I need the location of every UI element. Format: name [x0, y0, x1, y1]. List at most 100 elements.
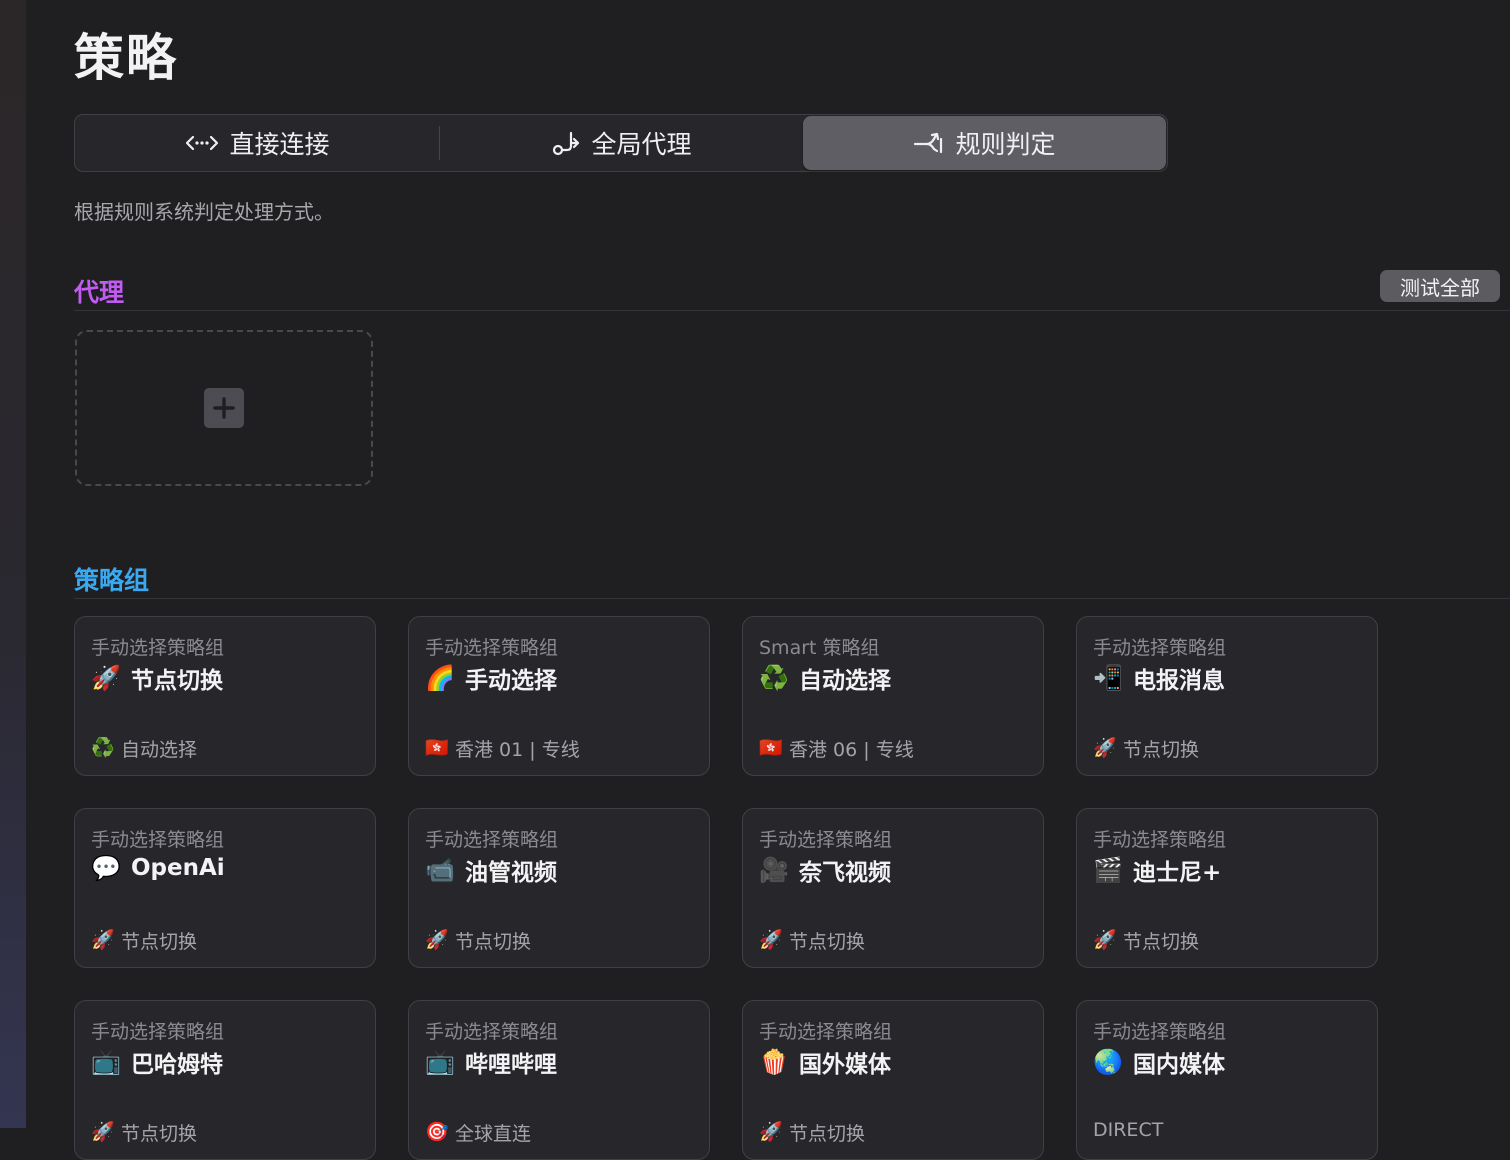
policy-group-type: 手动选择策略组 — [425, 1021, 559, 1043]
mode-direct-label: 直接连接 — [229, 130, 330, 159]
policy-group-title: 🚀 节点切换 — [91, 661, 223, 695]
selection-emoji-icon: 🚀 — [91, 1121, 115, 1143]
policy-group-card[interactable]: 手动选择策略组 🍿 国外媒体 🚀 节点切换 — [742, 1000, 1044, 1160]
selection-label: 节点切换 — [121, 931, 198, 953]
policy-group-name: 奈飞视频 — [799, 860, 891, 886]
policy-group-type: Smart 策略组 — [759, 637, 880, 659]
proxy-section-title: 代理 — [74, 278, 125, 307]
policy-group-name: 自动选择 — [799, 668, 891, 694]
policy-group-section-title: 策略组 — [74, 566, 150, 595]
policy-group-emoji-icon: 🍿 — [759, 1048, 789, 1076]
policy-group-name: 哔哩哔哩 — [465, 1052, 557, 1078]
policy-group-current-selection: 🚀 节点切换 — [91, 1119, 197, 1146]
selection-label: 自动选择 — [121, 739, 198, 761]
selection-emoji-icon: 🚀 — [1093, 737, 1117, 759]
policy-group-section-divider — [74, 598, 1510, 599]
policy-group-name: 国内媒体 — [1133, 1052, 1225, 1078]
policy-group-card[interactable]: 手动选择策略组 💬 OpenAi 🚀 节点切换 — [74, 808, 376, 968]
policy-group-current-selection: 🚀 节点切换 — [1093, 735, 1199, 762]
policy-group-emoji-icon: 🎥 — [759, 856, 789, 884]
selection-label: 香港 01 | 专线 — [455, 739, 580, 761]
selection-emoji-icon: ♻️ — [91, 737, 115, 759]
policy-group-type: 手动选择策略组 — [759, 829, 893, 851]
policy-group-current-selection: 🚀 节点切换 — [759, 1119, 865, 1146]
policy-group-emoji-icon: 📺 — [91, 1048, 121, 1076]
policy-group-name: 油管视频 — [465, 860, 557, 886]
mode-direct-button[interactable]: 直接连接 — [76, 116, 439, 170]
mode-global-label: 全局代理 — [591, 130, 692, 159]
window-sidebar-edge — [0, 0, 26, 1128]
policy-group-current-selection: 🚀 节点切换 — [1093, 927, 1199, 954]
policy-group-current-selection: 🚀 节点切换 — [91, 927, 197, 954]
policy-group-type: 手动选择策略组 — [91, 1021, 225, 1043]
policy-group-card[interactable]: 手动选择策略组 📹 油管视频 🚀 节点切换 — [408, 808, 710, 968]
policy-group-type: 手动选择策略组 — [91, 637, 225, 659]
global-proxy-icon — [551, 129, 581, 157]
policy-group-name: OpenAi — [131, 855, 225, 881]
policy-group-type: 手动选择策略组 — [759, 1021, 893, 1043]
policy-group-current-selection: ♻️ 自动选择 — [91, 735, 197, 762]
policy-group-card[interactable]: 手动选择策略组 🎬 迪士尼+ 🚀 节点切换 — [1076, 808, 1378, 968]
selection-emoji-icon: 🚀 — [91, 929, 115, 951]
policy-group-card[interactable]: 手动选择策略组 📺 巴哈姆特 🚀 节点切换 — [74, 1000, 376, 1160]
mode-rule-button[interactable]: 规则判定 — [803, 116, 1166, 170]
policy-group-card[interactable]: 手动选择策略组 📺 哔哩哔哩 🎯 全球直连 — [408, 1000, 710, 1160]
selection-label: 节点切换 — [455, 931, 532, 953]
policy-group-title: 🍿 国外媒体 — [759, 1045, 891, 1079]
policy-group-card[interactable]: 手动选择策略组 🌏 国内媒体 DIRECT — [1076, 1000, 1378, 1160]
policy-group-title: 📹 油管视频 — [425, 853, 557, 887]
policy-group-card[interactable]: Smart 策略组 ♻️ 自动选择 🇭🇰 香港 06 | 专线 — [742, 616, 1044, 776]
selection-label: 香港 06 | 专线 — [789, 739, 914, 761]
selection-label: 节点切换 — [1123, 931, 1200, 953]
policy-group-emoji-icon: 🌈 — [425, 664, 455, 692]
policy-group-card[interactable]: 手动选择策略组 🎥 奈飞视频 🚀 节点切换 — [742, 808, 1044, 968]
policy-group-title: 🌏 国内媒体 — [1093, 1045, 1225, 1079]
selection-emoji-icon: 🇭🇰 — [425, 737, 449, 759]
selection-emoji-icon: 🇭🇰 — [759, 737, 783, 759]
policy-group-name: 电报消息 — [1133, 668, 1225, 694]
policy-group-emoji-icon: 📹 — [425, 856, 455, 884]
policy-page: 策略 直接连接 全局代理 规则判定 根据规则系统判定处理方式。 代理 测试全部 … — [26, 0, 1510, 1160]
direct-connection-icon — [185, 132, 219, 154]
selection-label: 全球直连 — [455, 1123, 532, 1145]
policy-group-title: 🎬 迪士尼+ — [1093, 853, 1221, 887]
selection-label: DIRECT — [1093, 1119, 1164, 1141]
policy-group-current-selection: 🇭🇰 香港 06 | 专线 — [759, 735, 914, 762]
mode-description: 根据规则系统判定处理方式。 — [74, 200, 334, 224]
policy-group-card[interactable]: 手动选择策略组 📲 电报消息 🚀 节点切换 — [1076, 616, 1378, 776]
rule-based-icon — [913, 130, 945, 156]
selection-emoji-icon: 🚀 — [425, 929, 449, 951]
mode-selector: 直接连接 全局代理 规则判定 — [74, 114, 1168, 172]
plus-icon — [204, 388, 244, 428]
selection-label: 节点切换 — [1123, 739, 1200, 761]
policy-group-current-selection: 🇭🇰 香港 01 | 专线 — [425, 735, 580, 762]
policy-group-type: 手动选择策略组 — [1093, 829, 1227, 851]
selection-label: 节点切换 — [789, 931, 866, 953]
page-title: 策略 — [74, 29, 178, 87]
selection-emoji-icon: 🚀 — [1093, 929, 1117, 951]
policy-group-title: 🎥 奈飞视频 — [759, 853, 891, 887]
selection-emoji-icon: 🚀 — [759, 1121, 783, 1143]
policy-group-card[interactable]: 手动选择策略组 🚀 节点切换 ♻️ 自动选择 — [74, 616, 376, 776]
selection-label: 节点切换 — [789, 1123, 866, 1145]
policy-group-card[interactable]: 手动选择策略组 🌈 手动选择 🇭🇰 香港 01 | 专线 — [408, 616, 710, 776]
policy-group-emoji-icon: 📺 — [425, 1048, 455, 1076]
policy-group-emoji-icon: 📲 — [1093, 664, 1123, 692]
policy-group-type: 手动选择策略组 — [91, 829, 225, 851]
selection-emoji-icon: 🎯 — [425, 1121, 449, 1143]
mode-global-button[interactable]: 全局代理 — [440, 116, 803, 170]
policy-group-type: 手动选择策略组 — [425, 637, 559, 659]
test-all-button[interactable]: 测试全部 — [1380, 270, 1500, 302]
policy-group-name: 手动选择 — [465, 668, 557, 694]
add-proxy-card[interactable] — [75, 330, 373, 486]
policy-group-emoji-icon: ♻️ — [759, 664, 789, 692]
policy-group-emoji-icon: 🎬 — [1093, 856, 1123, 884]
policy-group-emoji-icon: 🌏 — [1093, 1048, 1123, 1076]
policy-group-current-selection: 🚀 节点切换 — [759, 927, 865, 954]
policy-group-title: 💬 OpenAi — [91, 853, 225, 883]
policy-group-title: ♻️ 自动选择 — [759, 661, 891, 695]
policy-group-type: 手动选择策略组 — [1093, 637, 1227, 659]
proxy-section-divider — [74, 310, 1510, 311]
policy-group-title: 📲 电报消息 — [1093, 661, 1225, 695]
policy-group-current-selection: 🎯 全球直连 — [425, 1119, 531, 1146]
